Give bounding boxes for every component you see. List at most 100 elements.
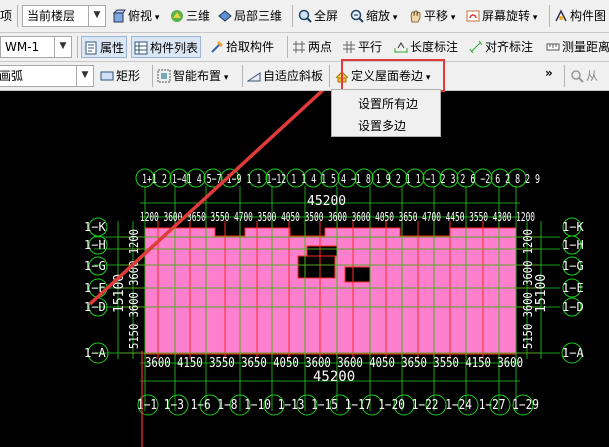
properties-icon bbox=[85, 41, 97, 55]
magnifier-icon bbox=[571, 70, 584, 83]
chevron-down-icon: ▾ bbox=[448, 13, 456, 23]
bottom-axis-labels: 1−1 1−3 1−6 1−8 1−10 1−13 1−15 1−17 1−20… bbox=[137, 398, 539, 413]
partial-3d-label: 局部三维 bbox=[234, 9, 283, 23]
view-3d-button[interactable]: 三维 bbox=[170, 5, 210, 27]
top-dimension-row: 1200 3600 3650 3550 4700 3500 4050 3500 … bbox=[140, 210, 535, 224]
zoom-icon bbox=[350, 9, 364, 23]
right-axis-label: 1−K bbox=[562, 220, 584, 234]
rectangle-icon bbox=[100, 71, 114, 81]
zoom-label: 缩放 bbox=[366, 9, 391, 23]
right-total-dimension: 15100 bbox=[534, 274, 549, 313]
left-axis-label: 1−A bbox=[84, 346, 106, 360]
slab-opening bbox=[344, 266, 371, 283]
separator bbox=[17, 5, 18, 27]
separator bbox=[152, 65, 153, 87]
draw-mode-select[interactable]: 画弧 ▼ bbox=[0, 65, 94, 87]
floor-select[interactable]: 当前楼层 ▼ bbox=[22, 5, 106, 27]
left-axis-label: 1−D bbox=[84, 300, 106, 314]
from-button[interactable]: 从 bbox=[570, 65, 598, 87]
separator bbox=[564, 65, 565, 87]
measure-distance-button[interactable]: 测量距离 bbox=[546, 36, 609, 58]
smart-layout-label: 智能布置 bbox=[173, 69, 222, 83]
rectangle-button[interactable]: 矩形 bbox=[100, 65, 140, 87]
top-total-dimension: 45200 bbox=[307, 194, 346, 209]
separator bbox=[77, 36, 78, 58]
align-dimension-icon bbox=[469, 40, 483, 54]
two-point-icon bbox=[293, 41, 305, 53]
measure-distance-label: 测量距离 bbox=[562, 40, 609, 54]
right-axis-label: 1−D bbox=[562, 300, 584, 314]
component-select[interactable]: WM-1 ▼ bbox=[0, 36, 72, 58]
chevron-down-icon: ▾ bbox=[390, 13, 398, 23]
component-icon bbox=[555, 9, 567, 22]
two-point-button[interactable]: 两点 bbox=[292, 36, 332, 58]
smart-layout-button[interactable]: 智能布置 ▾ bbox=[157, 65, 228, 87]
3d-view-icon bbox=[171, 10, 183, 22]
list-icon bbox=[134, 41, 148, 55]
top-view-label: 俯视 bbox=[128, 9, 153, 23]
draw-mode-value: 画弧 bbox=[0, 69, 24, 83]
right-axis-label: 1−G bbox=[562, 259, 584, 273]
view-3d-label: 三维 bbox=[186, 9, 211, 23]
align-dimension-button[interactable]: 对齐标注 bbox=[469, 36, 533, 58]
separator bbox=[287, 36, 288, 58]
menu-item-set-multiple-edges[interactable]: 设置多边 bbox=[358, 117, 406, 134]
separator bbox=[292, 5, 293, 27]
slope-icon bbox=[247, 72, 261, 82]
pan-label: 平移 bbox=[424, 9, 449, 23]
length-dimension-icon bbox=[394, 42, 408, 53]
roof-edge-dropdown-menu: 设置所有边 设置多边 bbox=[331, 89, 441, 137]
top-view-button[interactable]: 俯视 ▾ bbox=[112, 5, 159, 27]
length-dimension-label: 长度标注 bbox=[410, 40, 459, 54]
fullscreen-label: 全屏 bbox=[314, 9, 339, 23]
rotate-icon bbox=[466, 10, 480, 22]
left-axis-label: 1−G bbox=[84, 259, 106, 273]
floor-select-value: 当前楼层 bbox=[27, 9, 76, 23]
ruler-icon bbox=[546, 43, 560, 51]
chevron-down-icon: ▾ bbox=[221, 73, 229, 83]
menu-item-set-all-edges[interactable]: 设置所有边 bbox=[358, 95, 418, 112]
left-axis-label: 1−K bbox=[84, 220, 106, 234]
pan-button[interactable]: 平移 ▾ bbox=[408, 5, 455, 27]
hand-icon bbox=[410, 10, 421, 23]
callout-highlight-box bbox=[341, 59, 445, 92]
chevron-down-icon[interactable]: ▼ bbox=[54, 37, 71, 57]
screen-rotate-label: 屏幕旋转 bbox=[482, 9, 531, 23]
length-dimension-button[interactable]: 长度标注 bbox=[394, 36, 458, 58]
component-select-value: WM-1 bbox=[5, 40, 40, 54]
right-axis-label: 1−H bbox=[562, 238, 584, 252]
from-label: 从 bbox=[586, 69, 599, 83]
toolbar-overflow-button[interactable]: » bbox=[545, 62, 553, 84]
chevron-down-icon[interactable]: ▼ bbox=[88, 6, 105, 26]
parallel-button[interactable]: 平行 bbox=[342, 36, 382, 58]
chevron-down-icon: ▾ bbox=[530, 13, 538, 23]
pick-component-label: 拾取构件 bbox=[226, 40, 275, 54]
zoom-button[interactable]: 缩放 ▾ bbox=[350, 5, 397, 27]
fullscreen-button[interactable]: 全屏 bbox=[298, 5, 338, 27]
parallel-label: 平行 bbox=[358, 40, 383, 54]
adaptive-slope-button[interactable]: 自适应斜板 bbox=[247, 65, 323, 87]
drawing-canvas[interactable]: 1+1 2 1−41 4 5−7 1−9 1 1 1−12 1 1 4 1 5 … bbox=[0, 91, 609, 447]
properties-toggle[interactable]: 属性 bbox=[81, 36, 128, 58]
component-toolbar: WM-1 ▼ 属性 构件列表 拾取构件 两点 平行 长度标注 对齐标注 测量距离 bbox=[0, 33, 609, 62]
chevron-down-icon[interactable]: ▼ bbox=[76, 66, 93, 86]
align-dimension-label: 对齐标注 bbox=[485, 40, 534, 54]
slab-opening bbox=[306, 245, 338, 257]
smart-layout-icon bbox=[157, 69, 171, 83]
left-dimension-row: 5150 3600 3600 1200 bbox=[127, 229, 141, 349]
screen-rotate-button[interactable]: 屏幕旋转 ▾ bbox=[466, 5, 537, 27]
partial-3d-icon bbox=[218, 10, 232, 22]
bottom-total-dimension: 45200 bbox=[313, 369, 355, 385]
pick-component-button[interactable]: 拾取构件 bbox=[210, 36, 274, 58]
left-axis-label: 1−H bbox=[84, 238, 106, 252]
separator bbox=[549, 5, 550, 27]
component-drawing-button[interactable]: 构件图 bbox=[554, 5, 606, 27]
cube-icon bbox=[112, 9, 126, 23]
partial-3d-button[interactable]: 局部三维 bbox=[218, 5, 282, 27]
parallel-icon bbox=[343, 41, 355, 53]
component-list-toggle[interactable]: 构件列表 bbox=[131, 36, 202, 58]
properties-label: 属性 bbox=[100, 41, 125, 55]
separator bbox=[329, 65, 330, 87]
toolbar-left-fragment: 项 bbox=[0, 9, 13, 23]
rectangle-label: 矩形 bbox=[116, 69, 141, 83]
